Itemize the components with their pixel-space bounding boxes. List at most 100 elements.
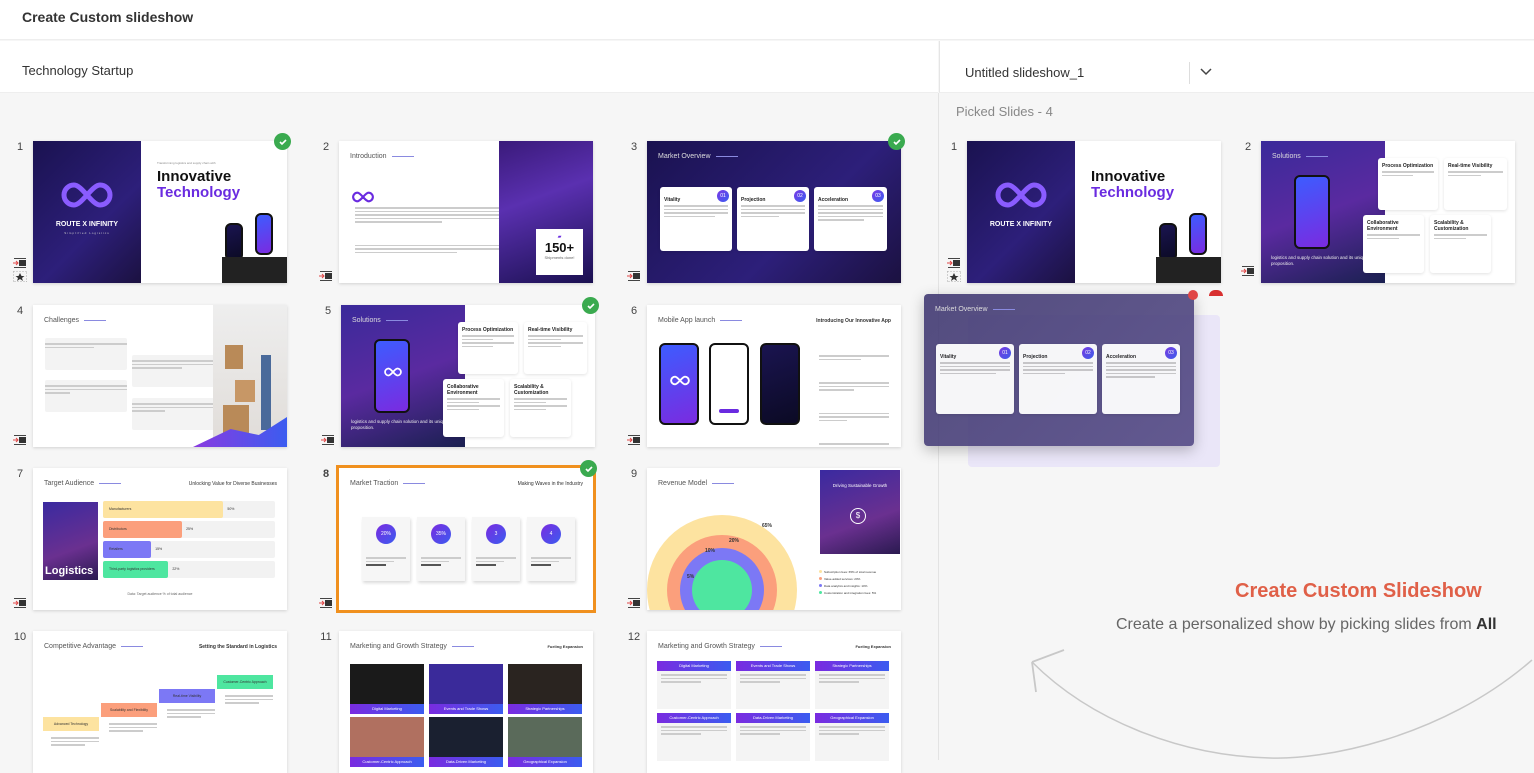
slide-number: 8 bbox=[322, 468, 330, 480]
step-box: Advanced Technology bbox=[43, 717, 99, 731]
info-card: 03 Acceleration bbox=[1102, 344, 1180, 414]
slide-number: 9 bbox=[630, 468, 638, 480]
curved-arrow-icon bbox=[1031, 649, 1533, 759]
picked-slot-1[interactable]: 1 ROUTE X INFINITY Innovative Technology bbox=[947, 141, 1221, 283]
checkmark-icon[interactable] bbox=[888, 133, 905, 150]
chevron-down-icon[interactable] bbox=[1198, 63, 1214, 79]
phone-image bbox=[225, 223, 243, 261]
tile-text bbox=[740, 726, 806, 735]
slide-thumbnail[interactable]: Challenges bbox=[33, 305, 287, 447]
slide-title: Innovative bbox=[157, 168, 232, 185]
tile-text bbox=[819, 726, 885, 735]
slide-thumbnail[interactable]: Introduction ▰ 150+ Shipments done! bbox=[339, 141, 593, 283]
slide-number: 12 bbox=[627, 631, 641, 643]
insert-slide-icon[interactable] bbox=[13, 598, 27, 609]
insert-slide-icon[interactable] bbox=[319, 598, 333, 609]
card-badge: 03 bbox=[872, 190, 884, 202]
slide-slot-9[interactable]: 9 Revenue Model 65% 20% 10% 5% Driving Sust… bbox=[627, 468, 901, 610]
slide-thumbnail[interactable]: Target Audience Unlocking Value for Dive… bbox=[33, 468, 287, 610]
slide-thumbnail[interactable]: Competitive Advantage Setting the Standa… bbox=[33, 631, 287, 773]
metric-text bbox=[366, 555, 406, 568]
tile-label: Geographical Expansion bbox=[508, 757, 582, 767]
slide-thumbnail[interactable]: Marketing and Growth Strategy Fueling Ex… bbox=[339, 631, 593, 773]
checkmark-icon[interactable] bbox=[580, 460, 597, 477]
insert-slide-icon[interactable] bbox=[627, 271, 641, 282]
tile-label: Customer-Centric Approach bbox=[350, 757, 424, 767]
card-badge: 03 bbox=[1165, 347, 1177, 359]
metric-circle: 4 bbox=[541, 524, 561, 544]
picked-number: 2 bbox=[1244, 141, 1252, 153]
bar-track: Manufacturers 50% bbox=[103, 501, 275, 518]
slide-thumbnail[interactable]: Marketing and Growth Strategy Fueling Ex… bbox=[647, 631, 901, 773]
slide-slot-10[interactable]: 10 Competitive Advantage Setting the Sta… bbox=[14, 631, 287, 773]
insert-slide-icon[interactable] bbox=[1241, 266, 1255, 277]
insert-slide-icon[interactable] bbox=[13, 258, 27, 269]
page-title: Create Custom slideshow bbox=[22, 9, 194, 25]
insert-slide-icon[interactable] bbox=[321, 435, 335, 446]
checkmark-icon[interactable] bbox=[274, 133, 291, 150]
picked-thumbnail[interactable]: ROUTE X INFINITY Innovative Technology bbox=[967, 141, 1221, 283]
slide-thumbnail[interactable]: Market Overview 01 Vitality 02 Projection … bbox=[647, 141, 901, 283]
slide-title: Introduction bbox=[350, 153, 414, 160]
bar-value: 50% bbox=[227, 507, 235, 511]
slide-thumbnail[interactable]: Solutions logistics and supply chain sol… bbox=[341, 305, 595, 447]
insert-slide-icon[interactable] bbox=[627, 598, 641, 609]
picked-slot-2[interactable]: 2 Solutions logistics and supply chain s… bbox=[1241, 141, 1515, 283]
strategy-tile: Digital Marketing bbox=[350, 664, 424, 714]
legend-dot bbox=[819, 591, 822, 594]
dragging-slide[interactable]: Market Overview 01 Vitality 02 Projection … bbox=[924, 290, 1198, 446]
challenge-card bbox=[132, 398, 215, 430]
tile-text bbox=[819, 674, 885, 683]
slide-slot-1[interactable]: 1 ROUTE X INFINITY Simplified Logistics … bbox=[13, 133, 291, 283]
bar-label: Retailers bbox=[109, 547, 123, 551]
slide-subtitle: Introducing Our Innovative App bbox=[816, 318, 891, 324]
slide-thumbnail-selected[interactable]: Market Traction Making Waves in the Indu… bbox=[336, 465, 596, 613]
slide-title: Solutions bbox=[352, 317, 408, 324]
cta-subtitle-text: Create a personalized show by picking sl… bbox=[1116, 616, 1477, 633]
growth-image: Driving Sustainable Growth $ bbox=[820, 470, 900, 554]
slide-slot-8[interactable]: 8 Market Traction Making Waves in the In… bbox=[319, 460, 597, 613]
picked-thumbnail[interactable]: Solutions logistics and supply chain sol… bbox=[1261, 141, 1515, 283]
slide-thumbnail[interactable]: Revenue Model 65% 20% 10% 5% Driving Sustai… bbox=[647, 468, 901, 610]
insert-slide-icon[interactable] bbox=[319, 271, 333, 282]
infinity-logo-icon bbox=[352, 191, 374, 203]
slide-slot-12[interactable]: 12 Marketing and Growth Strategy Fueling… bbox=[628, 631, 901, 773]
slide-title: Marketing and Growth Strategy bbox=[350, 643, 474, 650]
slide-slot-11[interactable]: 11 Marketing and Growth Strategy Fueling… bbox=[320, 631, 593, 773]
brand-panel: ROUTE X INFINITY bbox=[967, 141, 1075, 283]
checkmark-icon[interactable] bbox=[582, 297, 599, 314]
slide-slot-3[interactable]: 3 Market Overview 01 Vitality 02 Projectio… bbox=[627, 133, 905, 283]
infinity-logo-icon bbox=[384, 367, 402, 377]
insert-slide-icon[interactable] bbox=[13, 435, 27, 446]
step-text bbox=[109, 721, 157, 734]
slide-title: Market Overview bbox=[658, 153, 738, 160]
slide-kicker: Transforming logistics and supply chain … bbox=[157, 161, 216, 165]
slide-slot-5[interactable]: 5 Solutions logistics and supply chain s… bbox=[321, 297, 599, 447]
solution-card: Process Optimization bbox=[458, 322, 518, 374]
revenue-legend: Subscription fees: 65% of total revenue V… bbox=[819, 570, 876, 598]
slide-slot-4[interactable]: 4 Challenges bbox=[13, 305, 287, 447]
slideshow-name[interactable]: Untitled slideshow_1 bbox=[965, 65, 1084, 80]
insert-slide-icon[interactable] bbox=[627, 435, 641, 446]
step-text bbox=[225, 693, 273, 706]
tile-label: Digital Marketing bbox=[350, 704, 424, 714]
slide-thumbnail[interactable]: ROUTE X INFINITY Simplified Logistics Tr… bbox=[33, 141, 287, 283]
slide-title: Competitive Advantage bbox=[44, 643, 143, 650]
favorite-slide-icon[interactable] bbox=[947, 271, 961, 282]
slide-thumbnail[interactable]: Mobile App launch Introducing Our Innova… bbox=[647, 305, 901, 447]
bar-label: Manufacturers bbox=[109, 507, 132, 511]
ring-label: 20% bbox=[729, 538, 740, 544]
bar-value: 15% bbox=[155, 547, 163, 551]
bar-value: 22% bbox=[172, 567, 180, 571]
slide-slot-7[interactable]: 7 Target Audience Unlocking Value for Di… bbox=[13, 468, 287, 610]
challenge-card bbox=[132, 355, 215, 387]
remove-icon[interactable] bbox=[1188, 290, 1198, 300]
slide-number: 5 bbox=[324, 305, 332, 317]
source-deck-name: Technology Startup bbox=[22, 63, 134, 78]
phone-image bbox=[1189, 213, 1207, 255]
slide-slot-6[interactable]: 6 Mobile App launch Introducing Our Inno… bbox=[627, 305, 901, 447]
favorite-slide-icon[interactable] bbox=[13, 271, 27, 282]
insert-slide-icon[interactable] bbox=[947, 258, 961, 269]
slide-slot-2[interactable]: 2 Introduction ▰ 150+ Shipments done! bbox=[319, 141, 593, 283]
intro-text bbox=[355, 205, 500, 255]
